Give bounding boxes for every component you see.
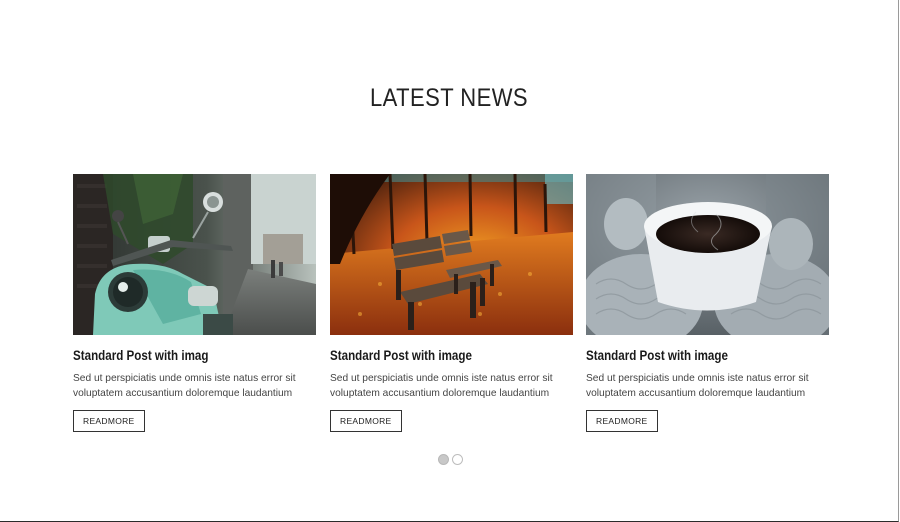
post-excerpt: Sed ut perspiciatis unde omnis iste natu… (330, 373, 553, 399)
post-title[interactable]: Standard Post with image (586, 348, 795, 366)
post-thumbnail-coffee[interactable] (586, 174, 829, 335)
pagination-dot-1[interactable] (438, 454, 449, 465)
post-title[interactable]: Standard Post with image (330, 348, 539, 366)
post-title[interactable]: Standard Post with imag (73, 348, 282, 366)
carousel-pagination (438, 454, 463, 465)
pagination-dot-2[interactable] (452, 454, 463, 465)
news-card: Standard Post with image Sed ut perspici… (586, 174, 829, 432)
post-thumbnail-autumn-bench[interactable] (330, 174, 573, 335)
section-title: LATEST NEWS (369, 84, 529, 112)
post-excerpt: Sed ut perspiciatis unde omnis iste natu… (586, 373, 809, 399)
readmore-button[interactable]: READMORE (330, 410, 402, 432)
autumn-bench-image (330, 174, 573, 335)
post-thumbnail-scooter[interactable] (73, 174, 316, 335)
readmore-button[interactable]: READMORE (586, 410, 658, 432)
news-card: Standard Post with imag Sed ut perspicia… (73, 174, 316, 432)
news-carousel: Standard Post with imag Sed ut perspicia… (73, 174, 833, 434)
coffee-mittens-image (586, 174, 829, 335)
readmore-button[interactable]: READMORE (73, 410, 145, 432)
post-excerpt: Sed ut perspiciatis unde omnis iste natu… (73, 373, 296, 399)
news-card: Standard Post with image Sed ut perspici… (330, 174, 573, 432)
page: LATEST NEWS Standard Post with imag Sed … (0, 0, 899, 522)
scooter-image (73, 174, 316, 335)
